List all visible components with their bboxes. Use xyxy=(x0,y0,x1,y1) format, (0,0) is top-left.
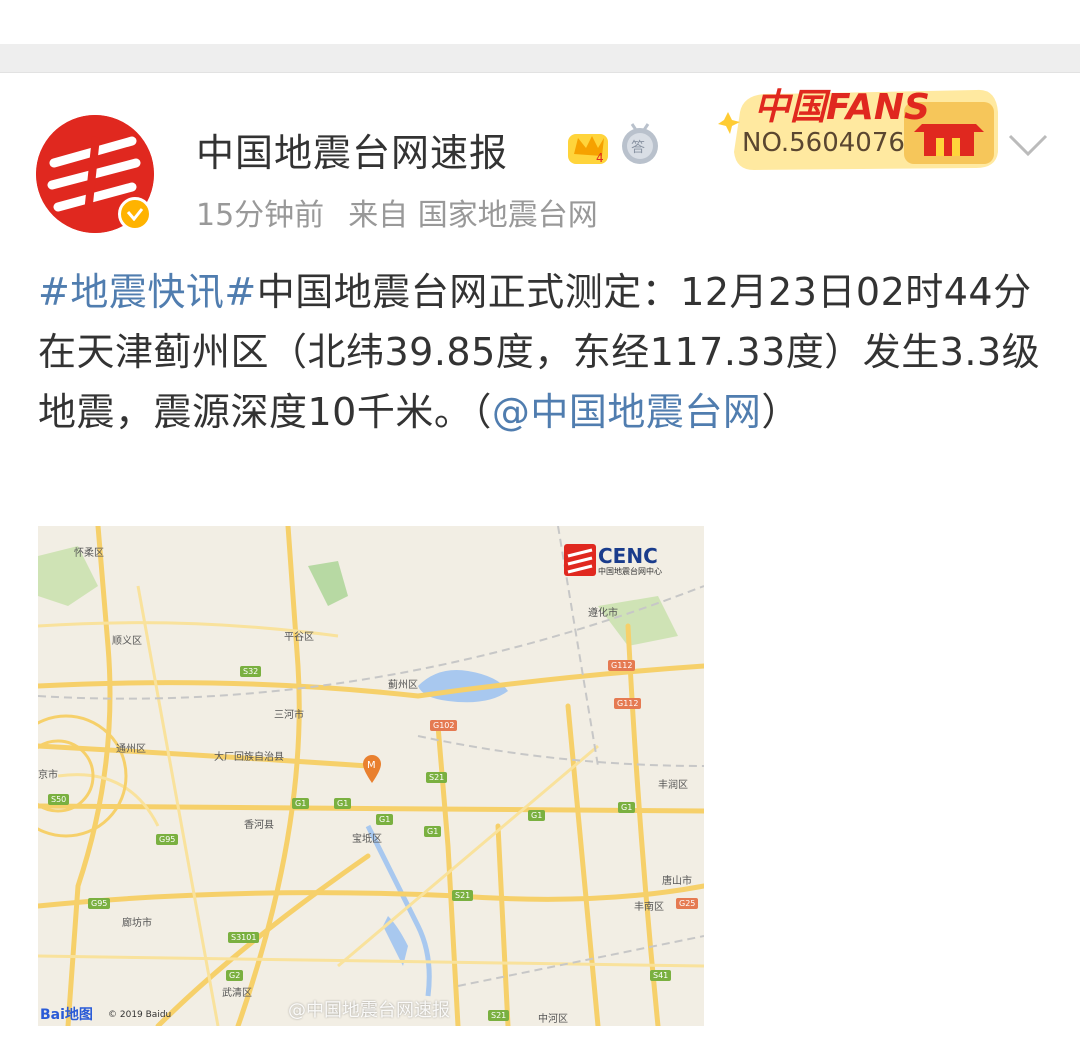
road-shield: S21 xyxy=(426,772,448,783)
feed-divider xyxy=(0,44,1080,73)
avatar[interactable] xyxy=(36,115,154,233)
username[interactable]: 中国地震台网速报 xyxy=(196,122,508,177)
post-meta: 15分钟前 来自 国家地震台网 xyxy=(196,190,622,234)
road-shield: G1 xyxy=(528,810,546,821)
road-shield: G1 xyxy=(376,814,394,825)
road-shield: G112 xyxy=(608,660,636,671)
map-label: 京市 xyxy=(38,770,58,781)
road-shield: G1 xyxy=(334,798,352,809)
map-label: 宝坻区 xyxy=(352,834,382,845)
map-label: 遵化市 xyxy=(588,608,618,619)
road-shield: S3101 xyxy=(228,932,260,943)
map-label: 唐山市 xyxy=(662,876,692,887)
road-shield: G1 xyxy=(424,826,442,837)
road-shield: G112 xyxy=(614,698,642,709)
map-label: 丰南区 xyxy=(634,902,664,913)
mention-link[interactable]: @中国地震台网 xyxy=(492,390,762,434)
vip-crown-icon: 4 xyxy=(566,124,610,166)
epicenter-marker-icon[interactable]: M xyxy=(361,754,383,784)
svg-text:答: 答 xyxy=(631,139,645,156)
map-label: 丰润区 xyxy=(658,780,688,791)
map-label: 平谷区 xyxy=(284,632,314,643)
road-shield: G102 xyxy=(430,720,458,731)
fans-badge[interactable]: 中国FANS NO.5604076 xyxy=(714,72,1002,176)
road-shield: G1 xyxy=(292,798,310,809)
cenc-logo-subtext: 中国地震台网中心 xyxy=(598,567,662,576)
verified-icon xyxy=(118,197,152,231)
map-image[interactable]: 怀柔区 顺义区 平谷区 三河市 蓟州区 通州区 大厂回族自治县 香河县 宝坻区 … xyxy=(38,526,704,1026)
map-label: 中河区 xyxy=(538,1014,568,1025)
fans-badge-number: NO.5604076 xyxy=(742,128,905,158)
cenc-logo-text: CENC xyxy=(598,544,658,568)
road-shield: G95 xyxy=(156,834,179,845)
post-text: #地震快讯#中国地震台网正式测定：12月23日02时44分在天津蓟州区（北纬39… xyxy=(38,262,1042,442)
map-copyright: © 2019 Baidu xyxy=(108,1010,172,1020)
map-label: 三河市 xyxy=(274,710,304,721)
map-label: 武清区 xyxy=(222,988,252,999)
top-strip xyxy=(0,0,1080,44)
image-watermark: @中国地震台网速报 xyxy=(288,1000,450,1021)
road-shield: G1 xyxy=(618,802,636,813)
road-shield: S21 xyxy=(452,890,474,901)
chevron-down-icon[interactable] xyxy=(1004,128,1052,162)
epicenter-marker-label: M xyxy=(367,760,376,771)
map-label: 香河县 xyxy=(244,820,274,831)
map-label: 顺义区 xyxy=(112,636,142,647)
hashtag-link[interactable]: #地震快讯# xyxy=(38,270,257,314)
map-label: 蓟州区 xyxy=(388,680,418,691)
road-shield: S41 xyxy=(650,970,672,981)
road-shield: G2 xyxy=(226,970,244,981)
post-source[interactable]: 来自 国家地震台网 xyxy=(348,198,598,233)
baidu-logo: Bai地图 xyxy=(40,1007,93,1023)
svg-text:4: 4 xyxy=(596,151,604,165)
post-tail: ） xyxy=(761,390,800,434)
map-label: 怀柔区 xyxy=(74,548,104,559)
fans-badge-title: 中国FANS xyxy=(754,87,930,128)
map-label: 廊坊市 xyxy=(122,918,152,929)
road-shield: G95 xyxy=(88,898,111,909)
road-shield: S32 xyxy=(240,666,262,677)
road-shield: S21 xyxy=(488,1010,510,1021)
medal-icon: 答 xyxy=(620,122,660,166)
map-label: 通州区 xyxy=(116,744,146,755)
road-shield: G25 xyxy=(676,898,699,909)
road-shield: S50 xyxy=(48,794,70,805)
post-time: 15分钟前 xyxy=(196,198,325,233)
map-label: 大厂回族自治县 xyxy=(214,752,284,763)
